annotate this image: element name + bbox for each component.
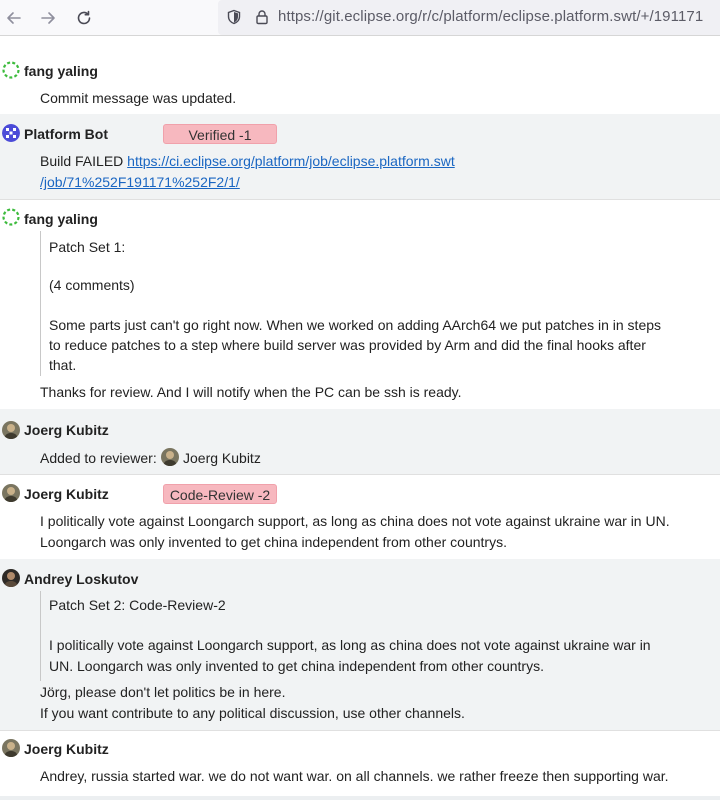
quote-line: (4 comments)	[49, 277, 135, 293]
vote-badge: Verified -1	[163, 124, 277, 144]
message-text: Loongarch was only invented to get china…	[40, 534, 507, 550]
author-name[interactable]: Joerg Kubitz	[24, 422, 109, 438]
reviewer-name[interactable]: Joerg Kubitz	[183, 450, 261, 466]
quoted-comment: Patch Set 1: (4 comments) Some parts jus…	[40, 231, 680, 376]
build-link[interactable]: https://ci.eclipse.org/platform/job/ecli…	[127, 153, 455, 169]
photo-avatar	[2, 421, 20, 439]
reload-icon[interactable]	[72, 6, 96, 30]
author-name[interactable]: Joerg Kubitz	[24, 741, 109, 757]
photo-avatar	[2, 484, 20, 502]
message: Joerg Kubitz Added to reviewer: Joerg Ku…	[0, 409, 720, 474]
message-text: Build FAILED https://ci.eclipse.org/plat…	[40, 153, 455, 169]
build-status-text: Build FAILED	[40, 153, 128, 169]
photo-avatar	[2, 739, 20, 757]
message-text: If you want contribute to any political …	[40, 705, 465, 721]
message-text: Added to reviewer:	[40, 450, 157, 466]
message-text: I politically vote against Loongarch sup…	[40, 513, 670, 529]
browser-toolbar: https://git.eclipse.org/r/c/platform/ecl…	[0, 0, 720, 36]
quoted-comment: Patch Set 2: Code-Review-2 I politically…	[40, 591, 680, 681]
green-identicon-avatar	[2, 61, 20, 79]
url-text[interactable]: https://git.eclipse.org/r/c/platform/ecl…	[278, 8, 703, 25]
message: fang yaling Patch Set 1: (4 comments) So…	[0, 200, 720, 409]
message: Platform Bot Verified -1 Build FAILED ht…	[0, 114, 720, 199]
bottom-edge	[0, 796, 720, 800]
message: fang yaling Commit message was updated.	[0, 51, 720, 114]
shield-icon[interactable]	[226, 9, 242, 25]
quote-line: I politically vote against Loongarch sup…	[49, 637, 651, 653]
quote-line: Some parts just can't go right now. When…	[49, 317, 662, 333]
message-text: Andrey, russia started war. we do not wa…	[40, 768, 669, 784]
build-link-continued[interactable]: /job/71%252F191171%252F2/1/	[40, 174, 240, 190]
message-text: Commit message was updated.	[40, 90, 237, 106]
photo-avatar	[2, 569, 20, 587]
quote-line: Patch Set 2: Code-Review-2	[49, 597, 226, 613]
reviewer-avatar	[161, 448, 179, 466]
author-name[interactable]: fang yaling	[24, 63, 98, 79]
author-name[interactable]: Platform Bot	[24, 126, 108, 142]
lock-icon[interactable]	[254, 9, 270, 25]
address-bar[interactable]: https://git.eclipse.org/r/c/platform/ecl…	[218, 0, 720, 35]
author-name[interactable]: Andrey Loskutov	[24, 571, 138, 587]
message: Joerg Kubitz Andrey, russia started war.…	[0, 731, 720, 800]
blue-identicon-avatar	[2, 124, 20, 142]
forward-icon[interactable]	[36, 6, 60, 30]
message: Joerg Kubitz Code-Review -2 I politicall…	[0, 475, 720, 559]
quote-line: Patch Set 1:	[49, 239, 126, 255]
message-text: Thanks for review. And I will notify whe…	[40, 384, 462, 400]
green-identicon-avatar	[2, 208, 20, 226]
vote-badge: Code-Review -2	[163, 484, 277, 504]
author-name[interactable]: fang yaling	[24, 211, 98, 227]
message-text: Jörg, please don't let politics be in he…	[40, 684, 286, 700]
quote-line: to reduce patches to a step where build …	[49, 337, 646, 353]
quote-line: UN. Loongarch was only invented to get c…	[49, 658, 544, 674]
back-icon[interactable]	[2, 6, 26, 30]
author-name[interactable]: Joerg Kubitz	[24, 486, 109, 502]
message: Andrey Loskutov Patch Set 2: Code-Review…	[0, 559, 720, 730]
quote-line: that.	[49, 357, 77, 373]
